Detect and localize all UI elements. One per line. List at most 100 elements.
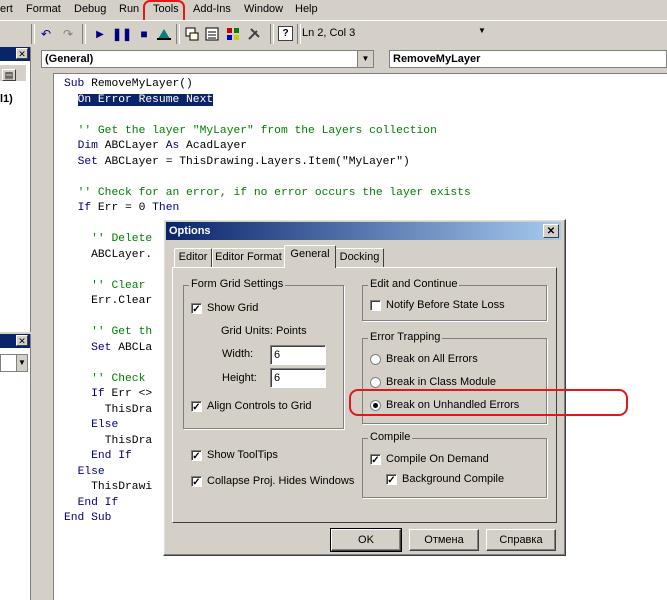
view-code-icon[interactable]: ▤ — [2, 69, 16, 81]
menu-bar: ert Format Debug Run Tools Add-Ins Windo… — [0, 0, 667, 19]
group-title: Edit and Continue — [368, 278, 460, 290]
checkbox-checked-icon[interactable]: ✓ — [386, 473, 397, 486]
project-explorer-icon[interactable] — [184, 26, 200, 42]
pane-toolbar: ▤ — [0, 65, 26, 81]
grid-width-field[interactable]: 6 — [270, 345, 326, 365]
code-token: Else — [77, 465, 105, 478]
undo-icon[interactable]: ↶ — [38, 26, 54, 42]
cursor-position-status: Ln 2, Col 3 — [302, 27, 356, 39]
project-explorer-pane[interactable]: ✕ ▤ l1) — [0, 47, 31, 332]
help-button[interactable]: Справка — [486, 529, 556, 551]
toolbar-separator — [31, 24, 35, 44]
close-icon[interactable]: ✕ — [16, 48, 28, 59]
form-grid-settings-group: Form Grid Settings ✓ Show Grid Grid Unit… — [183, 278, 344, 429]
code-token: Err.Clear — [91, 295, 153, 307]
properties-object-combo[interactable]: ▼ — [0, 354, 28, 372]
reset-icon[interactable]: ■ — [136, 26, 152, 42]
code-token: AcadLayer — [186, 140, 248, 152]
toolbar-options-icon[interactable]: ▼ — [478, 26, 486, 35]
checkbox-unchecked-icon[interactable] — [370, 299, 381, 311]
chevron-down-icon[interactable]: ▼ — [357, 51, 373, 67]
grid-height-field[interactable]: 6 — [270, 368, 326, 388]
radio-unselected-icon[interactable] — [370, 376, 381, 388]
menu-insert[interactable]: ert — [0, 3, 13, 15]
background-compile-checkbox[interactable]: ✓ Background Compile — [386, 473, 504, 486]
code-token: Set — [91, 341, 119, 354]
toolbar-separator — [297, 24, 301, 44]
selected-code-line: On Error Resume Next — [77, 93, 214, 106]
tree-item-label[interactable]: l1) — [0, 93, 13, 105]
checkbox-label: Show ToolTips — [207, 449, 278, 461]
code-token: If — [77, 202, 98, 214]
code-token: ThisDra — [104, 434, 153, 447]
menu-window[interactable]: Window — [244, 3, 283, 15]
align-controls-checkbox[interactable]: ✓ Align Controls to Grid — [191, 400, 312, 413]
checkbox-label: Compile On Demand — [386, 453, 489, 465]
compile-group: Compile ✓ Compile On Demand ✓ Background… — [362, 431, 547, 498]
tab-editor[interactable]: Editor — [174, 248, 212, 267]
checkbox-checked-icon[interactable]: ✓ — [191, 475, 202, 488]
toolbox-icon[interactable] — [246, 26, 262, 42]
code-comment: '' Clear — [91, 279, 146, 292]
redo-icon[interactable]: ↷ — [60, 26, 76, 42]
properties-pane[interactable]: ✕ ▼ — [0, 334, 31, 600]
code-token: Sub — [64, 78, 92, 90]
help-icon[interactable]: ? — [278, 26, 293, 41]
checkbox-checked-icon[interactable]: ✓ — [191, 449, 202, 462]
menu-debug[interactable]: Debug — [74, 3, 106, 15]
cancel-button[interactable]: Отмена — [409, 529, 479, 551]
tab-docking[interactable]: Docking — [335, 248, 384, 267]
checkbox-checked-icon[interactable]: ✓ — [370, 453, 381, 466]
dialog-title-bar[interactable]: Options ✕ — [166, 222, 561, 240]
radio-break-all-errors[interactable]: Break on All Errors — [370, 353, 478, 365]
unhandled-errors-highlight — [349, 389, 628, 416]
collapse-proj-checkbox[interactable]: ✓ Collapse Proj. Hides Windows — [191, 475, 354, 488]
width-label: Width: — [222, 348, 254, 360]
close-icon[interactable]: ✕ — [543, 224, 559, 238]
procedure-combo[interactable]: RemoveMyLayer — [389, 50, 667, 68]
checkbox-checked-icon[interactable]: ✓ — [191, 302, 202, 315]
chevron-down-icon[interactable]: ▼ — [16, 355, 27, 371]
code-token: ABCLa — [118, 341, 153, 354]
code-token: Then — [152, 202, 180, 214]
code-token: If — [91, 388, 112, 400]
tab-editor-format[interactable]: Editor Format — [212, 248, 285, 267]
code-token: End If — [91, 450, 132, 462]
checkbox-label: Show Grid — [207, 302, 259, 314]
run-icon[interactable]: ▶ — [92, 26, 108, 42]
compile-on-demand-checkbox[interactable]: ✓ Compile On Demand — [370, 453, 489, 466]
menu-run[interactable]: Run — [119, 3, 139, 15]
radio-unselected-icon[interactable] — [370, 353, 381, 365]
tab-general[interactable]: General — [284, 245, 336, 268]
show-grid-checkbox[interactable]: ✓ Show Grid — [191, 302, 259, 315]
properties-icon[interactable] — [204, 26, 220, 42]
margin-indicator-bar[interactable] — [31, 73, 54, 600]
toolbar-separator — [270, 24, 274, 44]
menu-add-ins[interactable]: Add-Ins — [193, 3, 231, 15]
radio-break-class-module[interactable]: Break in Class Module — [370, 376, 496, 388]
code-token: End Sub — [64, 512, 112, 524]
code-token: Set — [77, 155, 105, 168]
show-tooltips-checkbox[interactable]: ✓ Show ToolTips — [191, 449, 278, 462]
code-comment: '' Get the layer "MyLayer" from the Laye… — [77, 124, 437, 137]
group-title: Form Grid Settings — [189, 278, 286, 290]
checkbox-checked-icon[interactable]: ✓ — [191, 400, 202, 413]
menu-format[interactable]: Format — [26, 3, 61, 15]
object-combo[interactable]: (General) ▼ — [41, 50, 374, 68]
object-browser-icon[interactable] — [225, 26, 241, 42]
pane-title-bar: ✕ — [0, 334, 30, 348]
menu-help[interactable]: Help — [295, 3, 318, 15]
toolbar-separator — [176, 24, 180, 44]
checkbox-label: Notify Before State Loss — [386, 299, 505, 311]
edit-continue-group: Edit and Continue Notify Before State Lo… — [362, 278, 547, 321]
ok-button[interactable]: OK — [330, 528, 402, 552]
pane-title-bar: ✕ — [0, 47, 30, 61]
grid-units-label: Grid Units: Points — [221, 325, 307, 337]
notify-state-loss-checkbox[interactable]: Notify Before State Loss — [370, 299, 505, 311]
code-comment: '' Check — [91, 372, 146, 385]
close-icon[interactable]: ✕ — [16, 335, 28, 346]
break-icon[interactable]: ❚❚ — [112, 26, 132, 42]
code-token: ABCLayer — [104, 140, 166, 152]
code-token: ABCLayer = ThisDrawing.Layers.Item("MyLa… — [104, 155, 410, 168]
design-mode-icon[interactable] — [156, 26, 172, 42]
